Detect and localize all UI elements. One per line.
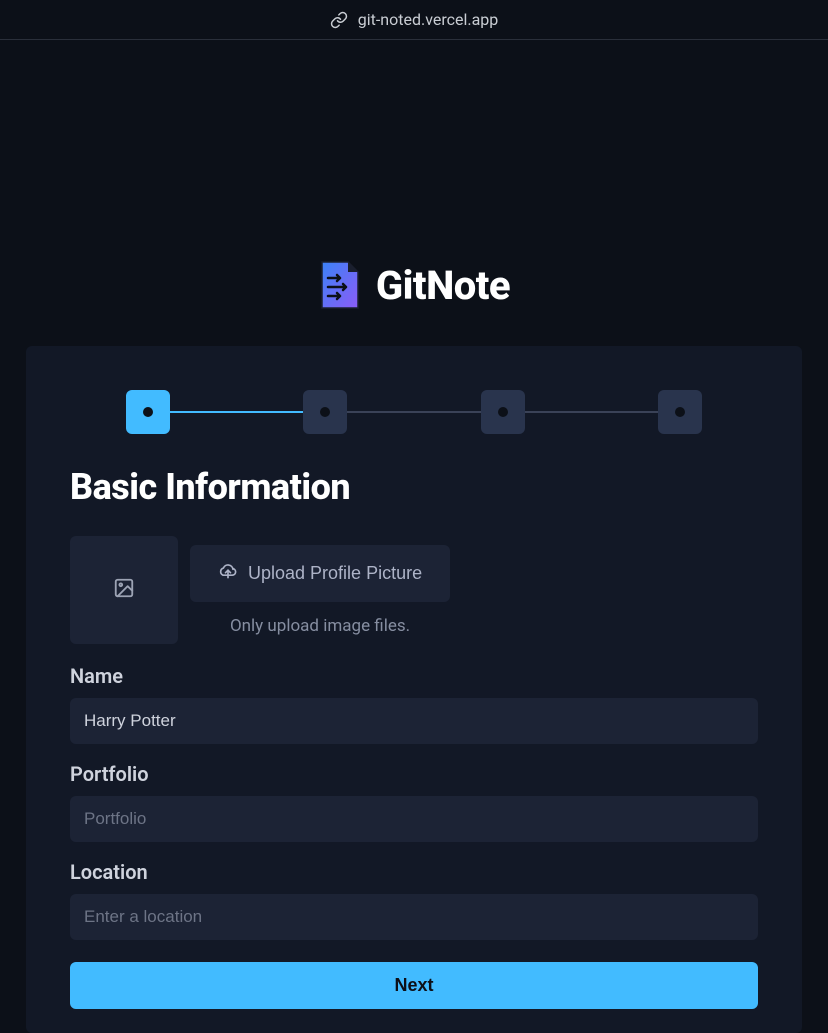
step-line-1	[170, 411, 303, 413]
location-input[interactable]	[70, 894, 758, 940]
app-logo: GitNote	[0, 260, 828, 310]
location-label: Location	[70, 860, 758, 884]
browser-url: git-noted.vercel.app	[358, 10, 499, 29]
page-title: Basic Information	[70, 466, 758, 508]
step-1[interactable]	[126, 390, 170, 434]
cloud-upload-icon	[218, 561, 238, 586]
next-button[interactable]: Next	[70, 962, 758, 1009]
step-4[interactable]	[658, 390, 702, 434]
step-line-3	[525, 411, 658, 413]
name-label: Name	[70, 664, 758, 688]
profile-picture-row: Upload Profile Picture Only upload image…	[70, 536, 758, 644]
portfolio-input[interactable]	[70, 796, 758, 842]
upload-hint: Only upload image files.	[230, 616, 410, 636]
upload-profile-picture-button[interactable]: Upload Profile Picture	[190, 545, 450, 602]
browser-bar: git-noted.vercel.app	[0, 0, 828, 40]
onboarding-card: Basic Information Uplo	[26, 346, 802, 1033]
name-input[interactable]	[70, 698, 758, 744]
step-line-2	[347, 411, 480, 413]
step-2[interactable]	[303, 390, 347, 434]
portfolio-label: Portfolio	[70, 762, 758, 786]
avatar-placeholder[interactable]	[70, 536, 178, 644]
app-logo-icon	[318, 260, 362, 310]
step-3[interactable]	[481, 390, 525, 434]
stepper	[70, 390, 758, 434]
image-icon	[113, 577, 135, 603]
upload-button-label: Upload Profile Picture	[248, 563, 422, 584]
app-logo-text: GitNote	[376, 262, 510, 309]
link-icon	[330, 11, 348, 29]
